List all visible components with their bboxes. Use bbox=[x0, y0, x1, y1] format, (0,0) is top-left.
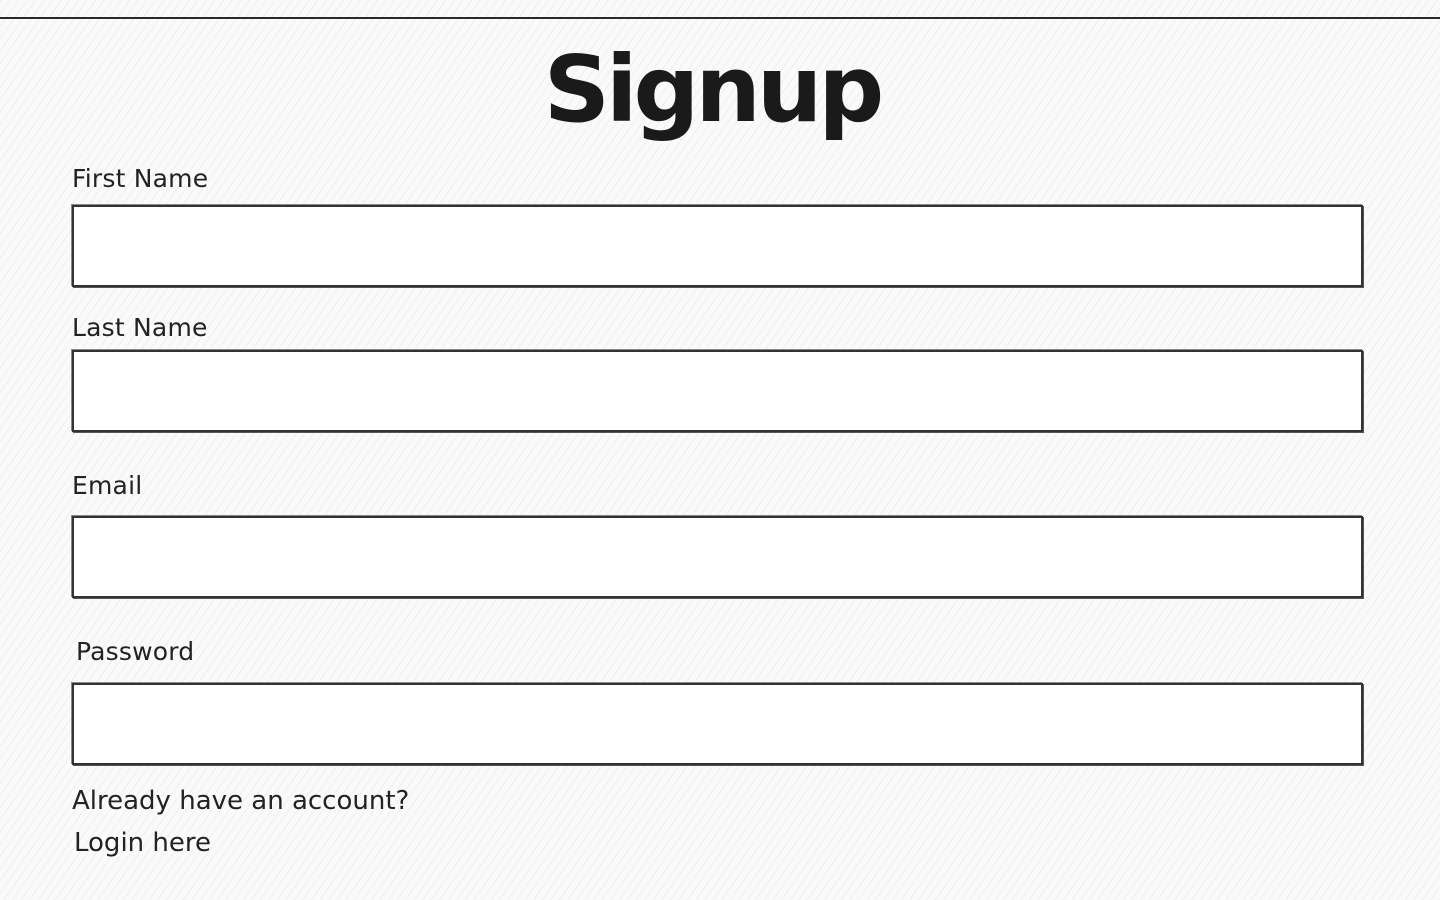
page-title: Signup bbox=[543, 36, 885, 143]
password-label: Password bbox=[76, 637, 195, 666]
email-label: Email bbox=[72, 471, 143, 500]
last-name-label: Last Name bbox=[72, 313, 208, 342]
top-divider bbox=[0, 17, 1440, 19]
email-input[interactable] bbox=[72, 516, 1363, 598]
first-name-input[interactable] bbox=[72, 205, 1363, 287]
login-link[interactable]: Login here bbox=[74, 828, 211, 858]
last-name-input[interactable] bbox=[72, 350, 1363, 432]
password-input[interactable] bbox=[72, 683, 1363, 765]
first-name-label: First Name bbox=[72, 164, 209, 193]
existing-account-prompt: Already have an account? bbox=[72, 786, 410, 816]
